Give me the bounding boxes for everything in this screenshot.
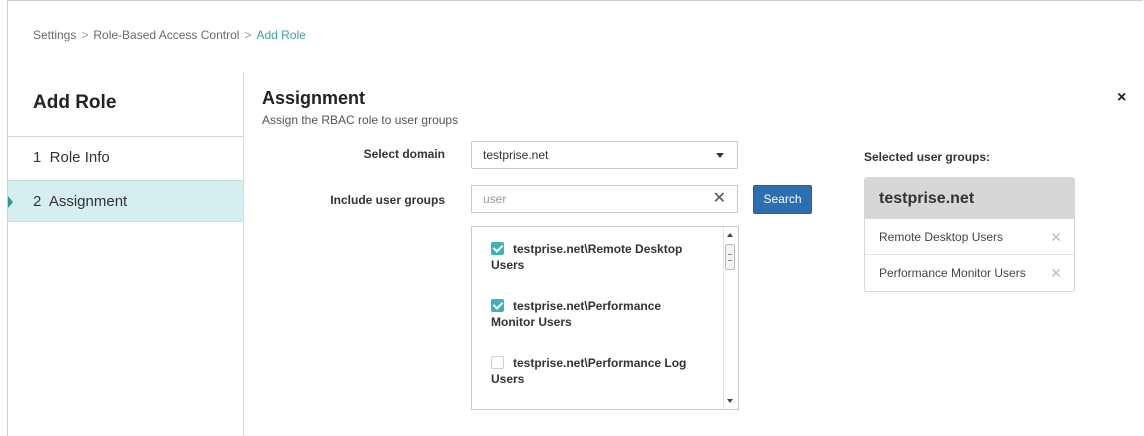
list-item[interactable]: testprise.net\Performance Log Users <box>491 355 711 387</box>
breadcrumb-separator: > <box>244 28 252 42</box>
close-icon[interactable]: × <box>1117 89 1126 107</box>
search-input-value: user <box>483 192 507 206</box>
selected-group-row: Remote Desktop Users ✕ <box>865 220 1074 255</box>
list-item-text-line2: Users <box>491 258 525 272</box>
list-item-text-line2: Monitor Users <box>491 315 572 329</box>
list-scrollbar[interactable] <box>723 227 738 409</box>
user-groups-search-input[interactable]: user ✕ <box>471 185 738 213</box>
scroll-down-arrow-icon[interactable] <box>727 399 733 403</box>
list-item[interactable]: testprise.net\Performance Monitor Users <box>491 298 711 330</box>
domain-select[interactable]: testprise.net <box>471 141 738 169</box>
scrollbar-thumb[interactable] <box>725 244 735 270</box>
selected-user-groups-label: Selected user groups: <box>864 150 991 164</box>
clear-icon[interactable]: ✕ <box>713 186 726 212</box>
remove-icon[interactable]: ✕ <box>1050 256 1062 291</box>
sidebar-title: Add Role <box>33 92 117 113</box>
breadcrumb-separator: > <box>81 28 89 42</box>
sidebar-item-role-info[interactable]: 1 Role Info <box>8 136 243 178</box>
user-groups-results-list[interactable]: testprise.net\Remote Desktop Users testp… <box>471 226 739 410</box>
list-item[interactable]: testprise.net\Remote Desktop Users <box>491 241 711 273</box>
list-item-text-line1: testprise.net\Performance Log <box>513 356 687 370</box>
breadcrumb: Settings > Role-Based Access Control > Add R… <box>33 28 306 42</box>
checkbox-checked[interactable] <box>491 299 504 312</box>
sidebar-item-label: 2 Assignment <box>33 193 128 210</box>
section-title: Assignment <box>262 88 366 108</box>
selected-group-label: Performance Monitor Users <box>879 266 1026 280</box>
sidebar-divider <box>243 72 244 436</box>
checkbox-checked[interactable] <box>491 242 504 255</box>
selected-user-groups-panel: testprise.net Remote Desktop Users ✕ Per… <box>864 177 1075 292</box>
sidebar-item-label: 1 Role Info <box>33 149 110 166</box>
list-item-text-line1: testprise.net\Remote Desktop <box>513 242 683 256</box>
search-button[interactable]: Search <box>753 185 812 214</box>
checkbox-unchecked[interactable] <box>491 356 504 369</box>
section-subtitle: Assign the RBAC role to user groups <box>262 113 459 127</box>
scroll-up-arrow-icon[interactable] <box>727 233 733 237</box>
selected-domain-header: testprise.net <box>865 178 1074 219</box>
include-user-groups-label: Include user groups <box>330 193 445 207</box>
list-item-text-line1: testprise.net\Performance <box>513 299 662 313</box>
breadcrumb-settings[interactable]: Settings <box>33 28 76 42</box>
sidebar-item-assignment[interactable]: 2 Assignment <box>8 180 243 222</box>
selected-group-row: Performance Monitor Users ✕ <box>865 256 1074 291</box>
breadcrumb-rbac[interactable]: Role-Based Access Control <box>93 28 239 42</box>
list-item-text-line2: Users <box>491 372 525 386</box>
selected-group-label: Remote Desktop Users <box>879 230 1004 244</box>
breadcrumb-add-role: Add Role <box>256 28 306 42</box>
select-domain-label: Select domain <box>363 147 445 161</box>
chevron-down-icon <box>716 153 724 158</box>
domain-select-value: testprise.net <box>483 148 549 162</box>
remove-icon[interactable]: ✕ <box>1050 220 1062 255</box>
